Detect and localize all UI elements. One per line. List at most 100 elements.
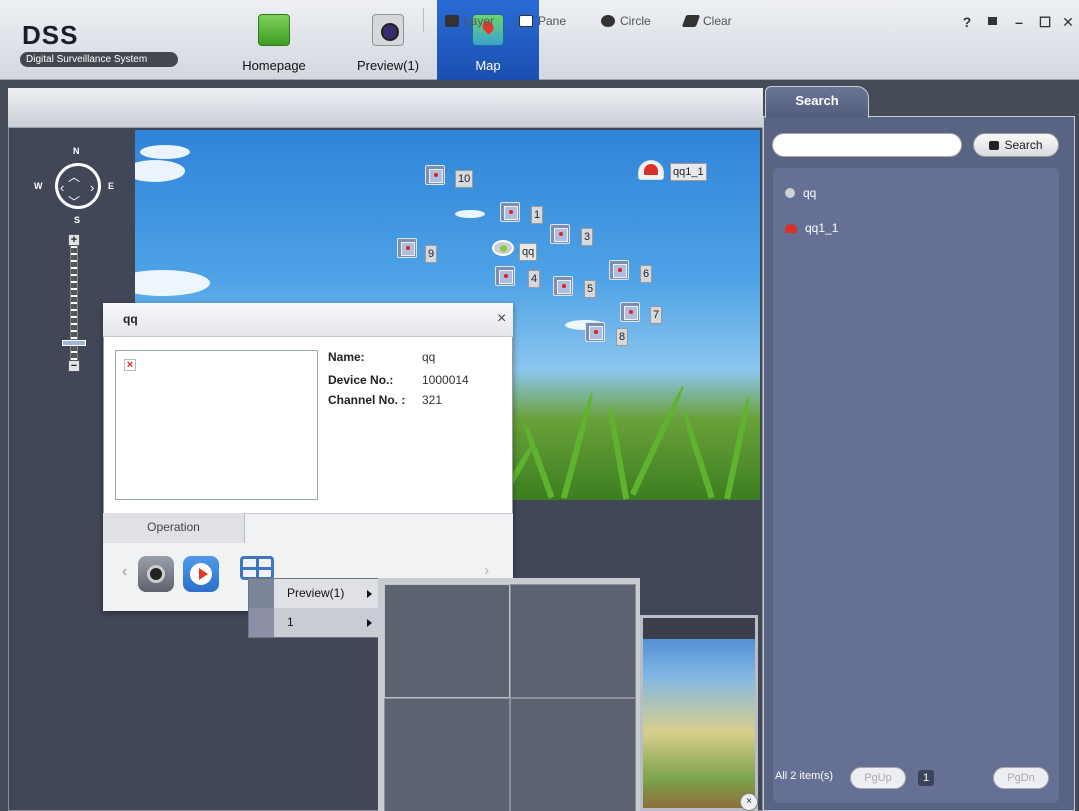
layer-button[interactable]: Layer [445, 14, 494, 28]
maximize-button[interactable]: ☐ [1036, 14, 1054, 31]
snapshot-camera-icon[interactable] [138, 556, 174, 592]
tab-search[interactable]: Search [765, 86, 869, 118]
cloud [135, 160, 185, 182]
map-marker-icon[interactable] [495, 266, 515, 286]
mini-preview-header [640, 615, 758, 639]
grid-pane[interactable] [384, 584, 510, 698]
help-button[interactable]: ? [958, 14, 976, 30]
result-label: qq1_1 [805, 221, 839, 235]
grid-pane[interactable] [510, 698, 636, 811]
minimize-button[interactable]: – [1010, 14, 1028, 30]
marker-label-qq: qq [519, 243, 538, 261]
compass-east: E [108, 181, 115, 191]
lock-icon [987, 17, 997, 25]
home-icon [258, 14, 290, 46]
zoom-out-button[interactable]: − [68, 360, 80, 372]
broken-image-icon: × [124, 359, 136, 371]
pan-down-icon[interactable]: ﹀ [68, 193, 80, 210]
tab-preview[interactable]: Preview(1) [340, 0, 436, 80]
grass-blade [560, 391, 596, 499]
pan-right-icon[interactable]: › [90, 180, 94, 195]
marker-label: 7 [650, 306, 663, 324]
page-down-button[interactable]: PgDn [993, 767, 1049, 789]
popup-title: qq [123, 312, 138, 326]
search-button-label: Search [1004, 138, 1043, 152]
pane-icon [519, 15, 533, 27]
compass-west: W [34, 181, 43, 191]
tab-preview-label: Preview(1) [356, 58, 420, 73]
tab-homepage[interactable]: Homepage [226, 0, 322, 80]
tab-map[interactable]: Map [437, 0, 539, 80]
compass-north: N [73, 146, 80, 156]
alarm-icon[interactable] [638, 160, 664, 180]
tab-homepage-label: Homepage [242, 58, 306, 73]
pan-up-icon[interactable]: ︿ [68, 168, 80, 185]
camera-device-icon[interactable] [492, 240, 514, 256]
marker-label-qq1-1: qq1_1 [670, 163, 707, 181]
circle-icon [601, 15, 615, 27]
playback-icon[interactable] [183, 556, 219, 592]
circle-button[interactable]: Circle [601, 14, 651, 28]
submenu-arrow-icon [367, 619, 372, 627]
search-input[interactable] [772, 133, 962, 157]
zoom-in-button[interactable]: + [68, 234, 80, 246]
eraser-icon [681, 15, 701, 27]
menu-item-preview-label: Preview(1) [287, 586, 345, 600]
menu-item-preview[interactable]: Preview(1) [249, 579, 380, 608]
toolbar-divider [423, 8, 424, 32]
pan-left-icon[interactable]: ‹ [60, 180, 64, 195]
map-marker-icon[interactable] [550, 224, 570, 244]
layers-icon [445, 15, 459, 27]
popup-close-icon[interactable]: × [497, 310, 506, 328]
map-marker-icon[interactable] [609, 260, 629, 280]
mini-preview-window[interactable] [640, 615, 758, 811]
zoom-slider[interactable] [70, 238, 78, 366]
pane-button[interactable]: Pane [519, 14, 566, 28]
map-marker-icon[interactable] [585, 322, 605, 342]
mini-close-icon[interactable]: × [740, 793, 758, 811]
grid-pane[interactable] [510, 584, 636, 698]
camera-device-icon [785, 188, 795, 198]
result-label: qq [803, 186, 817, 200]
search-results-list [773, 168, 1059, 803]
binoculars-icon [989, 141, 1000, 150]
menu-item-1[interactable]: 1 [249, 608, 380, 637]
list-item[interactable]: qq [785, 186, 816, 200]
map-marker-icon[interactable] [620, 302, 640, 322]
grass-blade [629, 384, 687, 496]
map-marker-icon[interactable] [397, 238, 417, 258]
marker-label: 3 [581, 228, 594, 246]
grass-blade [606, 405, 630, 500]
alarm-light-icon [644, 164, 658, 175]
operation-tab[interactable]: Operation [103, 513, 245, 543]
page-number: 1 [918, 770, 934, 786]
popup-titlebar [103, 303, 513, 337]
close-button[interactable]: ✕ [1059, 14, 1077, 31]
map-marker-icon[interactable] [425, 165, 445, 185]
pager-summary: All 2 item(s) [775, 770, 834, 782]
lens-icon [147, 565, 165, 583]
map-marker-icon[interactable] [500, 202, 520, 222]
app-subtitle: Digital Surveillance System [20, 52, 178, 67]
grid-preview-icon[interactable] [240, 556, 274, 580]
submenu-arrow-icon [367, 590, 372, 598]
zoom-thumb[interactable] [62, 340, 86, 346]
app-logo: DSS [22, 20, 79, 50]
map-toolbar [8, 88, 763, 128]
menu-icon-strip [249, 579, 274, 608]
grid-pane[interactable] [384, 698, 510, 811]
channel-no-value: 321 [422, 393, 443, 407]
page-up-button[interactable]: PgUp [850, 767, 906, 789]
lock-button[interactable] [983, 14, 1001, 28]
tab-map-label: Map [475, 58, 501, 73]
search-button[interactable]: Search [973, 133, 1059, 157]
menu-icon-strip [249, 608, 274, 637]
operation-prev-icon[interactable]: ‹ [122, 563, 127, 581]
marker-label: 8 [616, 328, 629, 346]
list-item[interactable]: qq1_1 [785, 221, 838, 235]
clear-button[interactable]: Clear [681, 14, 732, 28]
marker-label: 6 [640, 265, 653, 283]
cloud [455, 210, 485, 218]
map-marker-icon[interactable] [553, 276, 573, 296]
device-no-value: 1000014 [422, 373, 469, 387]
